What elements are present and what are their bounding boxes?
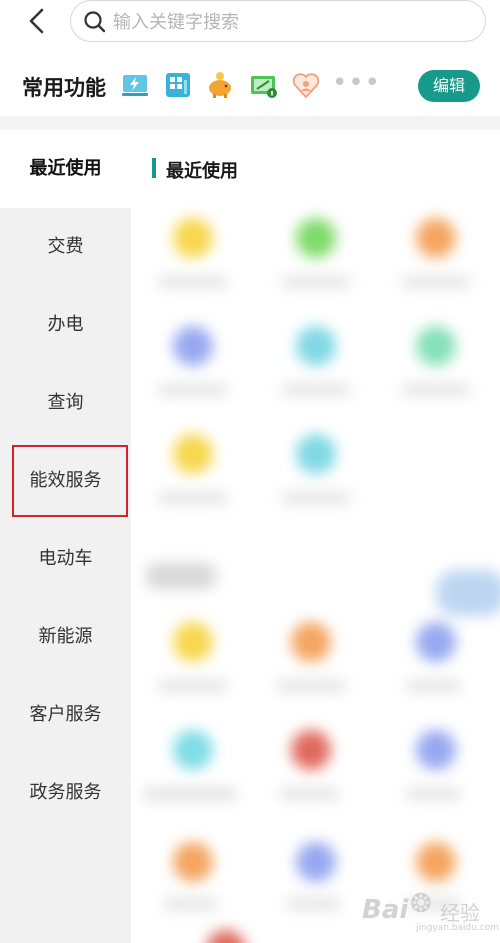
back-button[interactable]: [22, 6, 52, 36]
service-label-placeholder: [286, 898, 341, 910]
service-label-placeholder: [276, 680, 346, 692]
service-label-placeholder: [281, 276, 351, 288]
top-bar: [0, 0, 500, 50]
flash-display-icon[interactable]: [120, 70, 150, 100]
search-box[interactable]: [70, 0, 486, 42]
chevron-left-icon: [29, 8, 44, 34]
section-header-placeholder: [146, 563, 216, 589]
service-label-placeholder: [279, 788, 339, 800]
service-icon[interactable]: [296, 434, 336, 474]
service-icon[interactable]: [173, 218, 213, 258]
service-label-placeholder: [281, 492, 351, 504]
floating-badge[interactable]: [436, 570, 500, 616]
section-title-recent: 最近使用: [166, 161, 238, 182]
category-sidebar: 最近使用 交费 办电 查询 能效服务 电动车 新能源 客户服务 政务服务: [0, 130, 131, 943]
service-icon[interactable]: [173, 326, 213, 366]
section-divider: [0, 116, 500, 130]
service-icon[interactable]: [173, 842, 213, 882]
service-label-placeholder: [158, 384, 228, 396]
service-label-placeholder: [163, 898, 218, 910]
service-icon[interactable]: [296, 842, 336, 882]
service-label-placeholder: [406, 680, 461, 692]
watermark-url: jingyan.baidu.com: [416, 923, 500, 933]
content-panel: 最近使用: [131, 130, 500, 943]
service-icon[interactable]: [173, 622, 213, 662]
piggy-bank-icon[interactable]: [205, 70, 235, 100]
service-icon[interactable]: [173, 434, 213, 474]
common-functions-row: 常用功能 ••• 编辑: [0, 60, 500, 116]
search-input[interactable]: [113, 7, 473, 37]
service-label-placeholder: [158, 492, 228, 504]
service-icon[interactable]: [291, 730, 331, 770]
service-label-placeholder: [401, 384, 471, 396]
service-icon[interactable]: [173, 730, 213, 770]
search-icon: [84, 11, 106, 33]
service-icon[interactable]: [296, 326, 336, 366]
edit-button[interactable]: 编辑: [418, 70, 480, 102]
service-icon[interactable]: [416, 218, 456, 258]
service-label-placeholder: [158, 680, 228, 692]
watermark: Bai ❂ 经验 jingyan.baidu.com: [362, 885, 499, 935]
service-icon[interactable]: [206, 930, 246, 943]
section-accent-bar: [152, 158, 156, 178]
sidebar-item-new-energy[interactable]: 新能源: [0, 598, 131, 676]
sidebar-item-electric-vehicle[interactable]: 电动车: [0, 520, 131, 598]
service-icon[interactable]: [416, 326, 456, 366]
service-label-placeholder: [281, 384, 351, 396]
service-label-placeholder: [401, 276, 471, 288]
service-label-placeholder: [406, 788, 461, 800]
service-icon[interactable]: [416, 730, 456, 770]
service-icon[interactable]: [296, 218, 336, 258]
blurred-service-grid: [131, 130, 500, 943]
heart-person-icon[interactable]: [291, 70, 321, 100]
service-label-placeholder: [143, 788, 238, 800]
service-icon[interactable]: [416, 842, 456, 882]
watermark-brand: Bai: [362, 895, 409, 925]
sidebar-item-customer-service[interactable]: 客户服务: [0, 676, 131, 754]
more-dots-icon[interactable]: •••: [332, 70, 381, 96]
sidebar-item-query[interactable]: 查询: [0, 364, 131, 442]
sidebar-item-government-service[interactable]: 政务服务: [0, 754, 131, 832]
watermark-brand-suffix: 经验: [440, 901, 480, 925]
service-label-placeholder: [158, 276, 228, 288]
sidebar-item-recent[interactable]: 最近使用: [0, 130, 131, 208]
electric-meter-icon[interactable]: [249, 70, 279, 100]
paw-icon: ❂: [410, 889, 432, 919]
common-functions-title: 常用功能: [22, 76, 106, 100]
sidebar-item-payment[interactable]: 交费: [0, 208, 131, 286]
service-icon[interactable]: [416, 622, 456, 662]
building-grid-icon[interactable]: [163, 70, 193, 100]
sidebar-item-apply-electricity[interactable]: 办电: [0, 286, 131, 364]
service-icon[interactable]: [291, 622, 331, 662]
highlight-annotation-box: [12, 445, 128, 517]
